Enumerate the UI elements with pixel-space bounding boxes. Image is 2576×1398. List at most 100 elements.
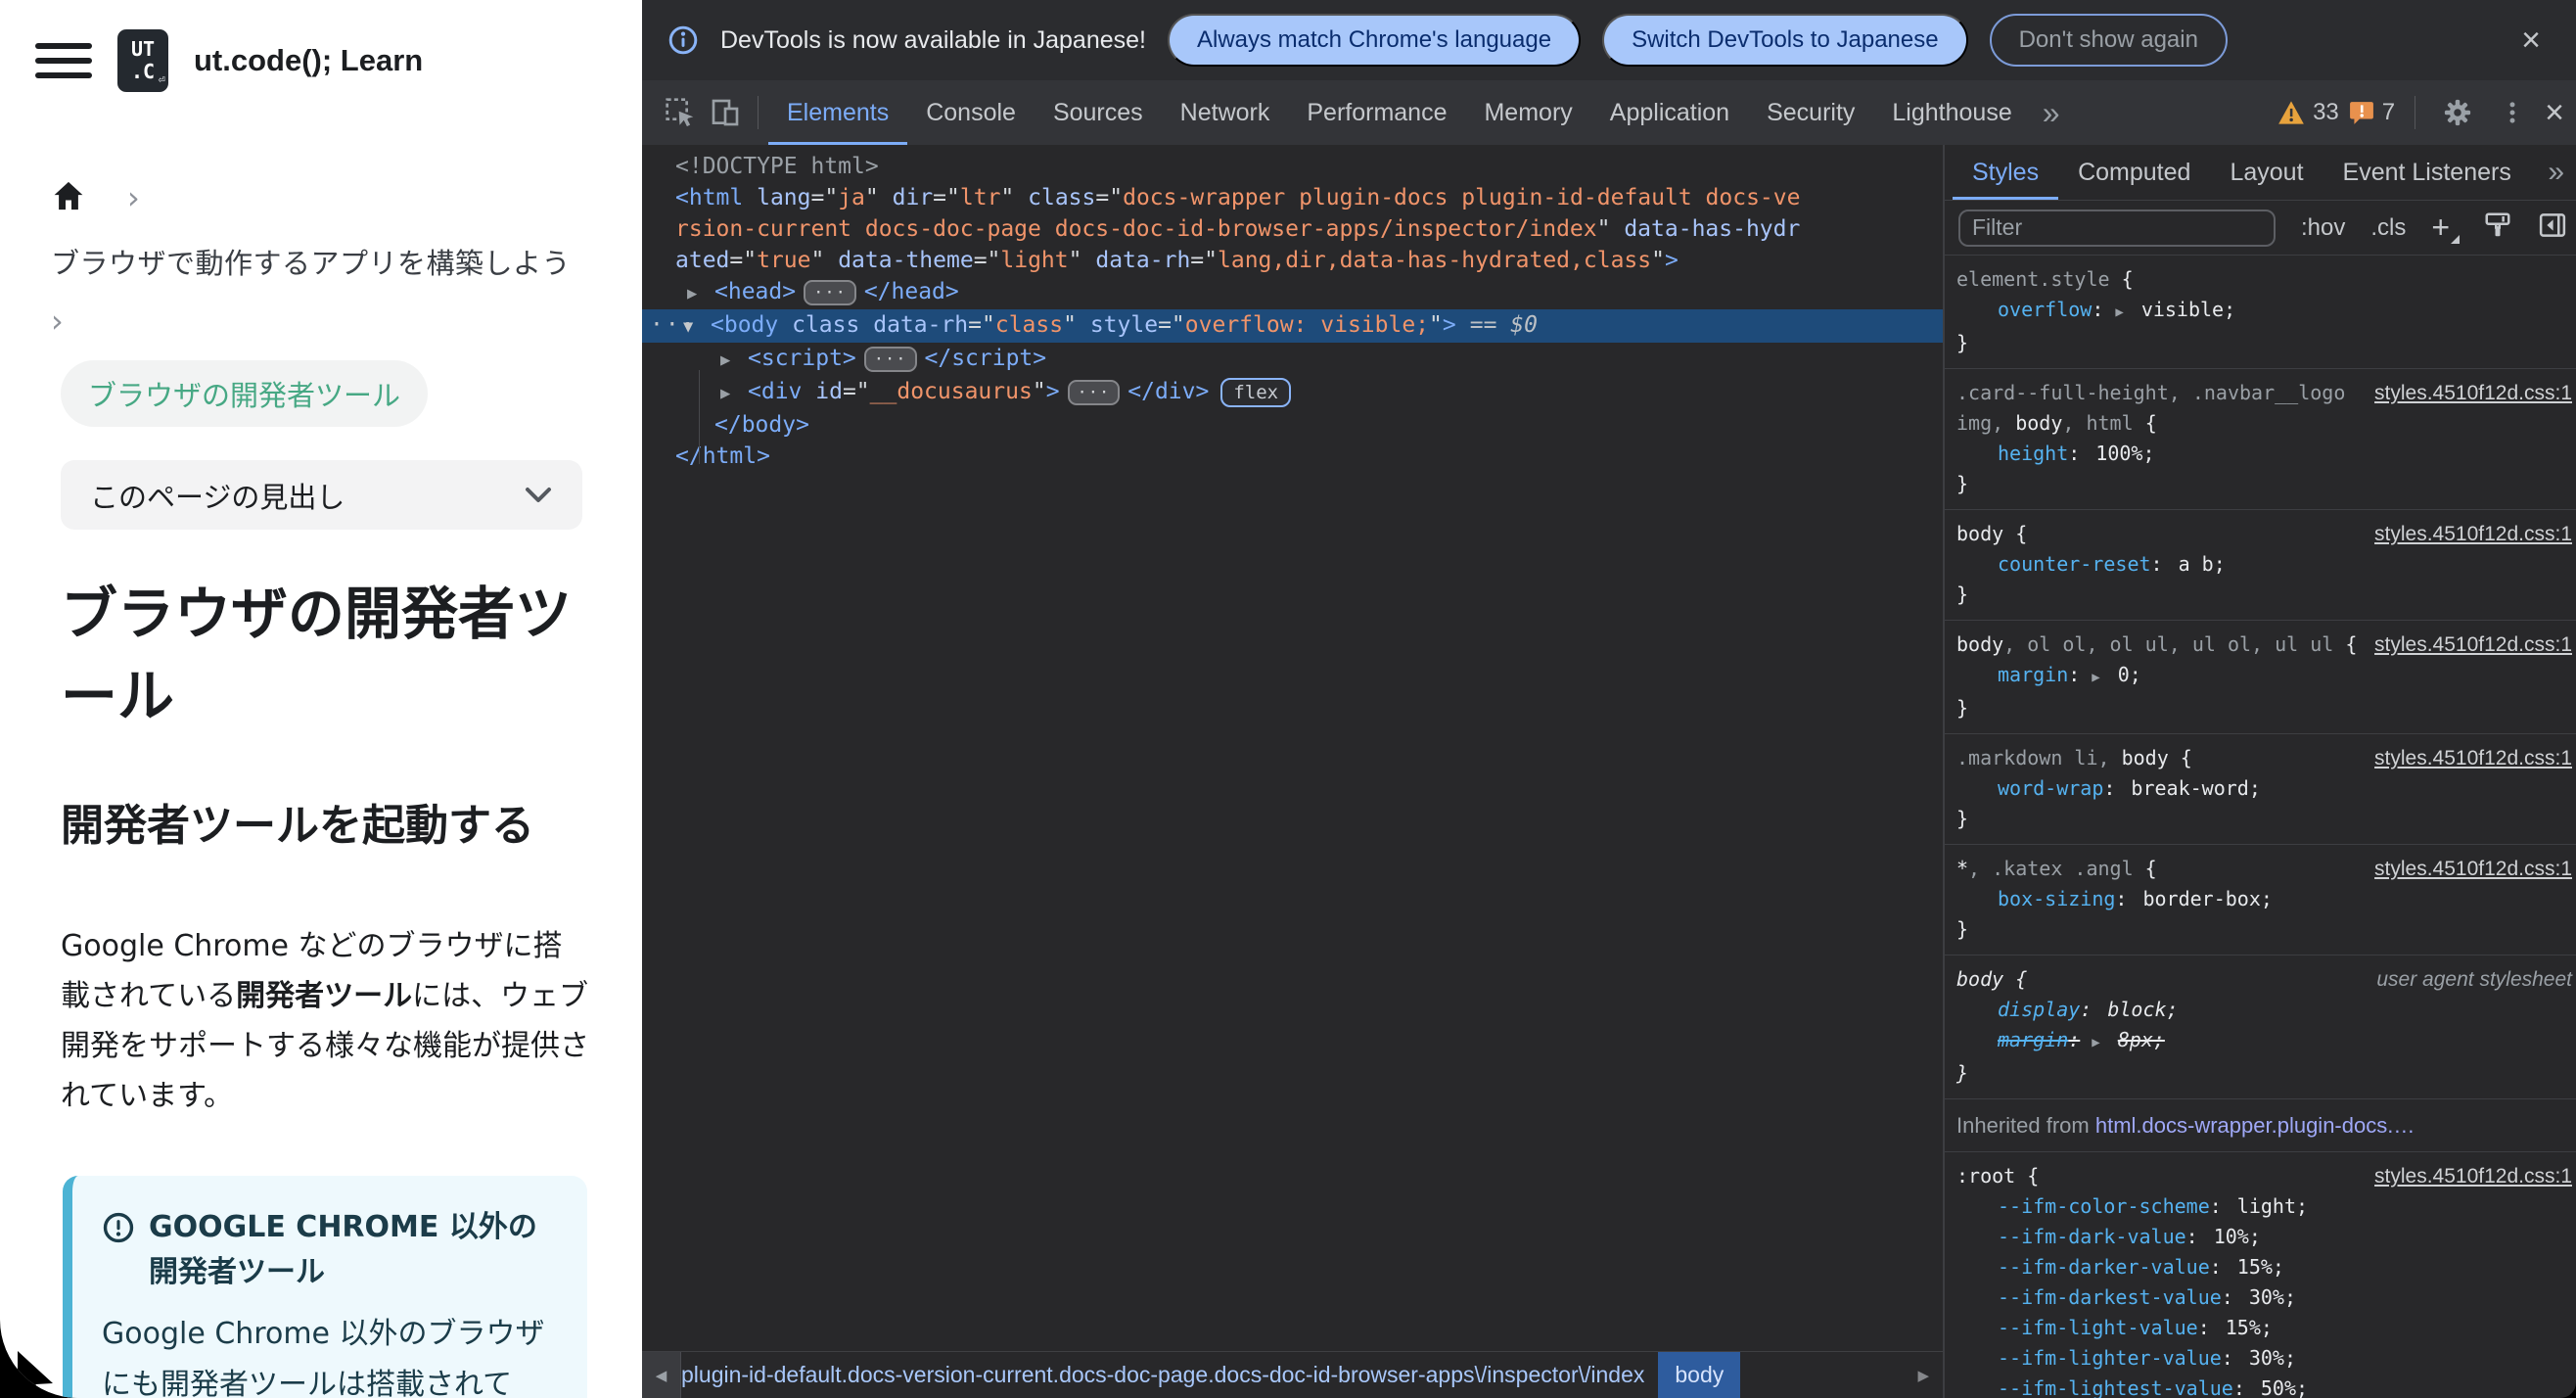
devtools-close-icon[interactable]: ×	[2545, 96, 2564, 129]
css-variable[interactable]: --ifm-color-scheme: light;	[1956, 1191, 2568, 1222]
stylesheet-link[interactable]: styles.4510f12d.css:1	[2374, 854, 2572, 884]
tab-elements[interactable]: Elements	[768, 80, 907, 145]
home-icon[interactable]	[51, 178, 86, 217]
node-options-icon[interactable]: ···	[650, 309, 695, 341]
dom-node-body-selected[interactable]: ···▼ <body class data-rh="class" style="o…	[642, 309, 1943, 343]
tab-memory[interactable]: Memory	[1465, 80, 1590, 145]
expand-value-icon[interactable]: ▶	[2092, 670, 2099, 685]
issues-button[interactable]: 7	[2349, 99, 2395, 126]
crumb-back-icon[interactable]: ◀	[642, 1352, 681, 1398]
crumb-forward-icon[interactable]: ▶	[1904, 1367, 1943, 1384]
css-declaration[interactable]: counter-reset: a b;	[1956, 549, 2568, 580]
css-variable[interactable]: --ifm-light-value: 15%;	[1956, 1313, 2568, 1343]
css-variable[interactable]: --ifm-darkest-value: 30%;	[1956, 1282, 2568, 1313]
device-toolbar-icon[interactable]	[703, 90, 748, 135]
collapse-icon[interactable]: ▼	[683, 311, 711, 343]
expand-icon[interactable]: ▶	[720, 378, 748, 409]
tab-application[interactable]: Application	[1591, 80, 1748, 145]
exclamation-circle-icon	[103, 1212, 134, 1243]
rule-box-sizing[interactable]: styles.4510f12d.css:1 *, .katex .angl { …	[1945, 845, 2576, 955]
infobar-close-icon[interactable]: ×	[2521, 23, 2551, 57]
styles-filter-input[interactable]	[1958, 209, 2276, 247]
css-declaration[interactable]: box-sizing: border-box;	[1956, 884, 2568, 914]
menu-button[interactable]	[35, 43, 92, 78]
rule-margin[interactable]: styles.4510f12d.css:1 body, ol ol, ol ul…	[1945, 621, 2576, 734]
flex-badge[interactable]: flex	[1220, 377, 1292, 407]
rule-selector[interactable]: element.style	[1956, 267, 2110, 291]
toc-toggle-button[interactable]: このページの見出し	[61, 460, 582, 530]
tab-lighthouse[interactable]: Lighthouse	[1873, 80, 2030, 145]
tab-network[interactable]: Network	[1162, 80, 1289, 145]
stylesheet-link[interactable]: styles.4510f12d.css:1	[2374, 1161, 2572, 1191]
toc-label: このページの見出し	[90, 480, 345, 514]
toggle-pseudo-state-button[interactable]: :hov	[2301, 214, 2345, 242]
css-variable[interactable]: --ifm-lighter-value: 30%;	[1956, 1343, 2568, 1374]
warning-triangle-icon	[2278, 101, 2304, 124]
collapsed-content-button[interactable]: ···	[804, 279, 856, 305]
settings-gear-icon[interactable]	[2435, 90, 2480, 135]
stylesheet-link[interactable]: styles.4510f12d.css:1	[2374, 629, 2572, 660]
body-paragraph: Google Chrome などのブラウザに搭載されている開発者ツールには、ウェ…	[61, 921, 589, 1121]
css-declaration[interactable]: height: 100%;	[1956, 439, 2568, 469]
tab-sources[interactable]: Sources	[1035, 80, 1162, 145]
new-style-rule-button[interactable]: +	[2431, 210, 2460, 246]
expand-icon[interactable]: ▶	[720, 345, 748, 376]
site-title[interactable]: ut.code(); Learn	[194, 43, 423, 78]
rule-root-variables[interactable]: styles.4510f12d.css:1 :root { --ifm-colo…	[1945, 1152, 2576, 1398]
rendering-emulation-icon[interactable]	[2483, 210, 2512, 245]
site-logo[interactable]: UT .C ⏎	[117, 29, 168, 92]
tab-performance[interactable]: Performance	[1288, 80, 1465, 145]
expand-icon[interactable]: ▶	[687, 278, 714, 309]
tab-console[interactable]: Console	[907, 80, 1035, 145]
tab-security[interactable]: Security	[1748, 80, 1873, 145]
tab-computed[interactable]: Computed	[2058, 145, 2210, 200]
css-declaration[interactable]: margin: ▶ 0;	[1956, 660, 2568, 693]
inherited-node-link[interactable]: html.docs-wrapper.plugin-docs.…	[2095, 1113, 2415, 1138]
rule-height[interactable]: styles.4510f12d.css:1 .card--full-height…	[1945, 369, 2576, 510]
css-declaration-overridden[interactable]: margin: ▶ 8px;	[1956, 1025, 2568, 1058]
dom-node-docusaurus-div[interactable]: ▶ <div id="__docusaurus"> ··· </div> flex	[642, 376, 1943, 409]
console-warnings-button[interactable]: 33	[2277, 99, 2339, 126]
inspect-element-icon[interactable]	[658, 90, 703, 135]
rule-word-wrap[interactable]: styles.4510f12d.css:1 .markdown li, body…	[1945, 734, 2576, 845]
toggle-sidebar-icon[interactable]	[2538, 210, 2567, 245]
dom-html-close[interactable]: </html>	[642, 441, 1943, 472]
tab-styles[interactable]: Styles	[1953, 145, 2058, 200]
dom-doctype[interactable]: <!DOCTYPE html>	[642, 151, 1943, 182]
css-declaration[interactable]: display: block;	[1956, 995, 2568, 1025]
dom-node-html[interactable]: <html lang="ja" dir="ltr" class="docs-wr…	[675, 182, 1801, 276]
dom-body-close[interactable]: </body>	[642, 409, 1943, 441]
issue-count: 7	[2381, 99, 2396, 125]
rule-selector[interactable]: .card--full-height, .navbar__logo img, b…	[1956, 378, 2368, 439]
rule-user-agent[interactable]: user agent stylesheet body { display: blo…	[1945, 955, 2576, 1099]
expand-value-icon[interactable]: ▶	[2092, 1035, 2099, 1050]
tab-event-listeners[interactable]: Event Listeners	[2323, 145, 2531, 200]
collapsed-content-button[interactable]: ···	[1067, 379, 1121, 405]
rule-counter-reset[interactable]: styles.4510f12d.css:1 body { counter-res…	[1945, 510, 2576, 621]
css-variable[interactable]: --ifm-dark-value: 10%;	[1956, 1222, 2568, 1252]
css-variable[interactable]: --ifm-darker-value: 15%;	[1956, 1252, 2568, 1282]
collapsed-content-button[interactable]: ···	[863, 346, 917, 372]
always-match-language-button[interactable]: Always match Chrome's language	[1167, 14, 1582, 67]
crumb-body-selected[interactable]: body	[1658, 1352, 1741, 1398]
rule-element-style[interactable]: element.style { overflow: ▶ visible; }	[1945, 256, 2576, 369]
inherited-from-bar: Inherited from html.docs-wrapper.plugin-…	[1945, 1099, 2576, 1152]
stylesheet-link[interactable]: styles.4510f12d.css:1	[2374, 743, 2572, 773]
expand-value-icon[interactable]: ▶	[2115, 304, 2123, 320]
more-sidebar-tabs-icon[interactable]: »	[2548, 156, 2576, 189]
dont-show-again-button[interactable]: Don't show again	[1989, 14, 2228, 67]
stylesheet-link[interactable]: styles.4510f12d.css:1	[2374, 519, 2572, 549]
more-tabs-icon[interactable]: »	[2031, 95, 2072, 131]
dom-node-head[interactable]: ▶ <head> ··· </head>	[642, 276, 1943, 309]
kebab-menu-icon[interactable]	[2490, 90, 2535, 135]
switch-to-japanese-button[interactable]: Switch DevTools to Japanese	[1602, 14, 1968, 67]
stylesheet-link[interactable]: styles.4510f12d.css:1	[2374, 378, 2572, 408]
tab-layout[interactable]: Layout	[2210, 145, 2323, 200]
toggle-class-button[interactable]: .cls	[2370, 214, 2406, 242]
breadcrumb: › ブラウザで動作するアプリを構築しよう › ブラウザの開発者ツール	[0, 178, 642, 427]
crumb-html-classes[interactable]: plugin-id-default.docs-version-current.d…	[681, 1362, 1644, 1388]
dom-node-script[interactable]: ▶ <script> ··· </script>	[642, 343, 1943, 376]
css-declaration[interactable]: overflow: ▶ visible;	[1956, 295, 2568, 328]
css-variable[interactable]: --ifm-lightest-value: 50%;	[1956, 1374, 2568, 1398]
css-declaration[interactable]: word-wrap: break-word;	[1956, 773, 2568, 804]
